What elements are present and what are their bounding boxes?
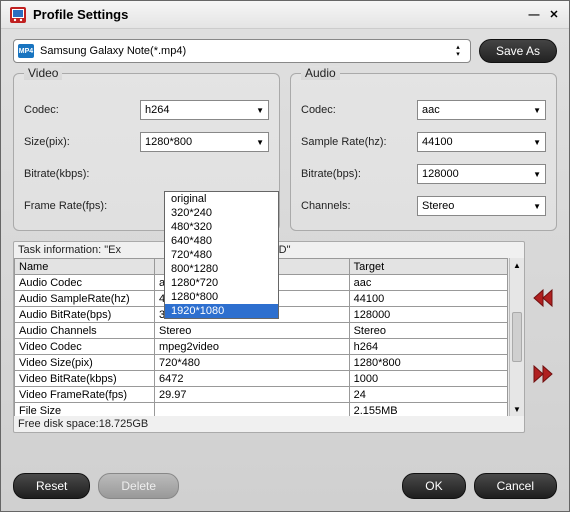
table-cell: h264 — [349, 339, 507, 355]
video-codec-value: h264 — [145, 104, 169, 116]
scroll-down-icon[interactable]: ▼ — [510, 402, 524, 416]
table-cell: Audio Codec — [15, 275, 155, 291]
table-row: Audio ChannelsStereoStereo — [15, 323, 508, 339]
table-cell: Audio SampleRate(hz) — [15, 291, 155, 307]
table-cell: File Size — [15, 403, 155, 417]
size-option[interactable]: 800*1280 — [165, 262, 278, 276]
audio-samplerate-value: 44100 — [422, 136, 453, 148]
table-cell: Audio BitRate(bps) — [15, 307, 155, 323]
prev-arrow-icon[interactable] — [532, 288, 554, 311]
video-codec-select[interactable]: h264 ▼ — [140, 100, 269, 120]
table-cell: 44100 — [349, 291, 507, 307]
video-framerate-label: Frame Rate(fps): — [24, 200, 134, 212]
table-cell: 24 — [349, 387, 507, 403]
audio-bitrate-label: Bitrate(bps): — [301, 168, 411, 180]
audio-samplerate-label: Sample Rate(hz): — [301, 136, 411, 148]
table-cell: Video FrameRate(fps) — [15, 387, 155, 403]
audio-codec-label: Codec: — [301, 104, 411, 116]
audio-channels-select[interactable]: Stereo ▼ — [417, 196, 546, 216]
size-option[interactable]: 1280*800 — [165, 290, 278, 304]
app-icon — [9, 6, 27, 24]
table-cell: Audio Channels — [15, 323, 155, 339]
close-button[interactable]: ✕ — [547, 8, 561, 22]
titlebar: Profile Settings ― ✕ — [1, 1, 569, 29]
audio-legend: Audio — [301, 66, 340, 80]
size-option[interactable]: 1920*1080 — [165, 304, 278, 318]
table-cell: 1280*800 — [349, 355, 507, 371]
table-row: File Size 2.155MB — [15, 403, 508, 417]
video-size-value: 1280*800 — [145, 136, 192, 148]
table-cell: Stereo — [155, 323, 350, 339]
table-cell: 2.155MB — [349, 403, 507, 417]
table-cell: 128000 — [349, 307, 507, 323]
vertical-scrollbar[interactable]: ▲ ▼ — [509, 258, 524, 416]
chevron-down-icon: ▼ — [256, 106, 264, 115]
reset-button[interactable]: Reset — [13, 473, 90, 499]
chevron-updown-icon: ▴▾ — [450, 45, 466, 58]
table-row: Video BitRate(kbps)64721000 — [15, 371, 508, 387]
size-dropdown[interactable]: original320*240480*320640*480720*480800*… — [164, 191, 279, 319]
audio-samplerate-select[interactable]: 44100 ▼ — [417, 132, 546, 152]
window-title: Profile Settings — [33, 7, 521, 22]
table-row: Video Size(pix)720*4801280*800 — [15, 355, 508, 371]
size-option[interactable]: original — [165, 192, 278, 206]
video-bitrate-label: Bitrate(kbps): — [24, 168, 134, 180]
audio-codec-value: aac — [422, 104, 440, 116]
table-cell: Video BitRate(kbps) — [15, 371, 155, 387]
audio-channels-value: Stereo — [422, 200, 454, 212]
free-disk-label: Free disk space:18.725GB — [14, 416, 524, 432]
profile-select-text: Samsung Galaxy Note(*.mp4) — [40, 45, 450, 57]
cancel-button[interactable]: Cancel — [474, 473, 557, 499]
save-as-button[interactable]: Save As — [479, 39, 557, 63]
table-cell: Video Codec — [15, 339, 155, 355]
delete-button[interactable]: Delete — [98, 473, 179, 499]
chevron-down-icon: ▼ — [533, 202, 541, 211]
scroll-thumb[interactable] — [512, 312, 522, 362]
table-row: Video FrameRate(fps)29.9724 — [15, 387, 508, 403]
size-option[interactable]: 720*480 — [165, 248, 278, 262]
table-cell: 6472 — [155, 371, 350, 387]
audio-codec-select[interactable]: aac ▼ — [417, 100, 546, 120]
table-row: Video Codecmpeg2videoh264 — [15, 339, 508, 355]
profile-settings-window: Profile Settings ― ✕ MP4 Samsung Galaxy … — [0, 0, 570, 512]
ok-button[interactable]: OK — [402, 473, 465, 499]
profile-select[interactable]: MP4 Samsung Galaxy Note(*.mp4) ▴▾ — [13, 39, 471, 63]
table-cell: Video Size(pix) — [15, 355, 155, 371]
scroll-up-icon[interactable]: ▲ — [510, 258, 524, 272]
table-cell: 29.97 — [155, 387, 350, 403]
table-cell: Stereo — [349, 323, 507, 339]
table-header: Name — [15, 259, 155, 275]
table-cell: 720*480 — [155, 355, 350, 371]
window-body: MP4 Samsung Galaxy Note(*.mp4) ▴▾ Save A… — [1, 29, 569, 465]
video-size-label: Size(pix): — [24, 136, 134, 148]
table-cell: aac — [349, 275, 507, 291]
video-codec-label: Codec: — [24, 104, 134, 116]
size-option[interactable]: 320*240 — [165, 206, 278, 220]
table-cell: mpeg2video — [155, 339, 350, 355]
table-cell: 1000 — [349, 371, 507, 387]
audio-bitrate-value: 128000 — [422, 168, 459, 180]
next-arrow-icon[interactable] — [532, 364, 554, 387]
side-arrows — [529, 241, 557, 433]
chevron-down-icon: ▼ — [533, 138, 541, 147]
table-header: Target — [349, 259, 507, 275]
table-cell — [155, 403, 350, 417]
audio-fieldset: Audio Codec:aac▼ Sample Rate(hz):44100▼ … — [290, 73, 557, 231]
audio-channels-label: Channels: — [301, 200, 411, 212]
audio-bitrate-select[interactable]: 128000 ▼ — [417, 164, 546, 184]
size-option[interactable]: 480*320 — [165, 220, 278, 234]
size-option[interactable]: 640*480 — [165, 234, 278, 248]
chevron-down-icon: ▼ — [256, 138, 264, 147]
mp4-icon: MP4 — [18, 44, 34, 58]
chevron-down-icon: ▼ — [533, 170, 541, 179]
video-size-select[interactable]: 1280*800 ▼ — [140, 132, 269, 152]
minimize-button[interactable]: ― — [527, 8, 541, 22]
bottom-bar: Reset Delete OK Cancel — [1, 465, 569, 511]
size-option[interactable]: 1280*720 — [165, 276, 278, 290]
video-legend: Video — [24, 66, 62, 80]
chevron-down-icon: ▼ — [533, 106, 541, 115]
